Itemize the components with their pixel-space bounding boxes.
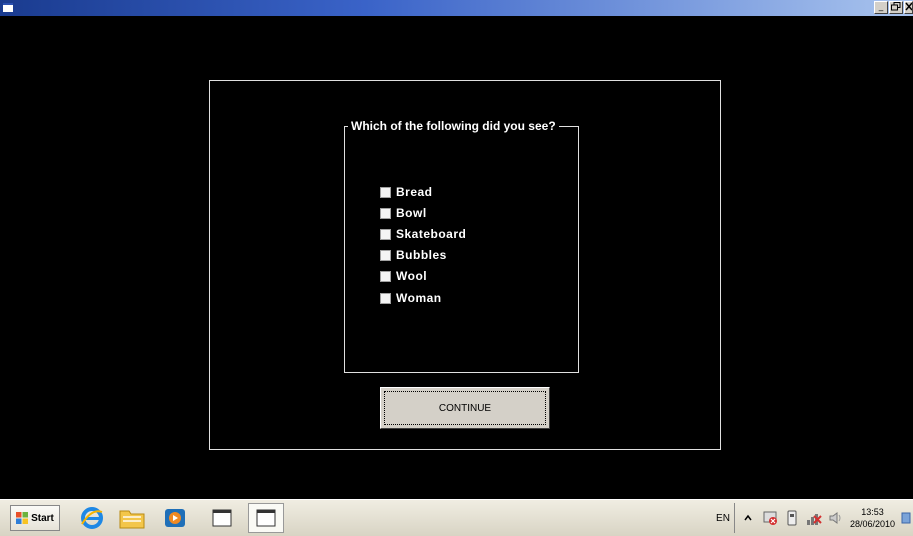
clock-date: 28/06/2010 xyxy=(849,519,895,529)
option-woman[interactable]: Woman xyxy=(380,290,442,306)
checkbox[interactable] xyxy=(380,228,391,240)
windows-flag-icon xyxy=(16,512,29,524)
app-window-icon[interactable] xyxy=(208,504,236,532)
minimize-button[interactable]: _ xyxy=(874,1,888,14)
show-hidden-icons-icon[interactable] xyxy=(740,510,756,526)
close-button[interactable] xyxy=(904,1,913,14)
action-center-icon[interactable] xyxy=(762,510,778,526)
checkbox[interactable] xyxy=(380,207,391,219)
media-player-icon[interactable] xyxy=(161,504,189,532)
option-bread[interactable]: Bread xyxy=(380,184,433,200)
option-bowl[interactable]: Bowl xyxy=(380,205,427,221)
restore-button[interactable] xyxy=(889,1,903,14)
app-window-icon-active[interactable] xyxy=(248,503,284,533)
continue-button[interactable]: CONTINUE xyxy=(380,387,550,429)
checkbox[interactable] xyxy=(380,292,391,304)
question-label: Which of the following did you see? xyxy=(348,119,559,134)
language-indicator[interactable]: EN xyxy=(716,513,730,524)
device-icon[interactable] xyxy=(784,510,800,526)
clock[interactable]: 13:53 28/06/2010 xyxy=(850,506,895,530)
clock-time: 13:53 xyxy=(861,507,884,517)
option-label: Skateboard xyxy=(396,227,467,241)
network-error-icon[interactable] xyxy=(806,510,822,526)
option-bubbles[interactable]: Bubbles xyxy=(380,247,447,263)
checkbox[interactable] xyxy=(380,249,391,261)
option-label: Bowl xyxy=(396,206,427,220)
internet-explorer-icon[interactable] xyxy=(78,504,106,532)
checkbox[interactable] xyxy=(380,186,391,198)
taskbar: Start EN 13:53 28/06/2010 xyxy=(0,499,913,536)
option-wool[interactable]: Wool xyxy=(380,268,427,284)
system-tray: EN 13:53 28/06/2010 xyxy=(716,500,913,536)
start-button[interactable]: Start xyxy=(10,505,60,531)
option-skateboard[interactable]: Skateboard xyxy=(380,226,466,242)
tray-divider xyxy=(733,503,735,533)
close-icon xyxy=(905,2,912,11)
window-icon xyxy=(3,3,13,12)
option-label: Woman xyxy=(396,291,442,305)
option-label: Bubbles xyxy=(396,248,447,262)
option-label: Bread xyxy=(396,185,433,199)
folder-icon[interactable] xyxy=(118,504,146,532)
window-titlebar[interactable]: _ xyxy=(0,0,913,16)
option-label: Wool xyxy=(396,269,428,283)
volume-icon[interactable] xyxy=(828,510,844,526)
checkbox[interactable] xyxy=(380,270,391,282)
start-label: Start xyxy=(31,512,54,524)
show-desktop-icon[interactable] xyxy=(901,511,911,525)
restore-icon xyxy=(891,2,901,11)
